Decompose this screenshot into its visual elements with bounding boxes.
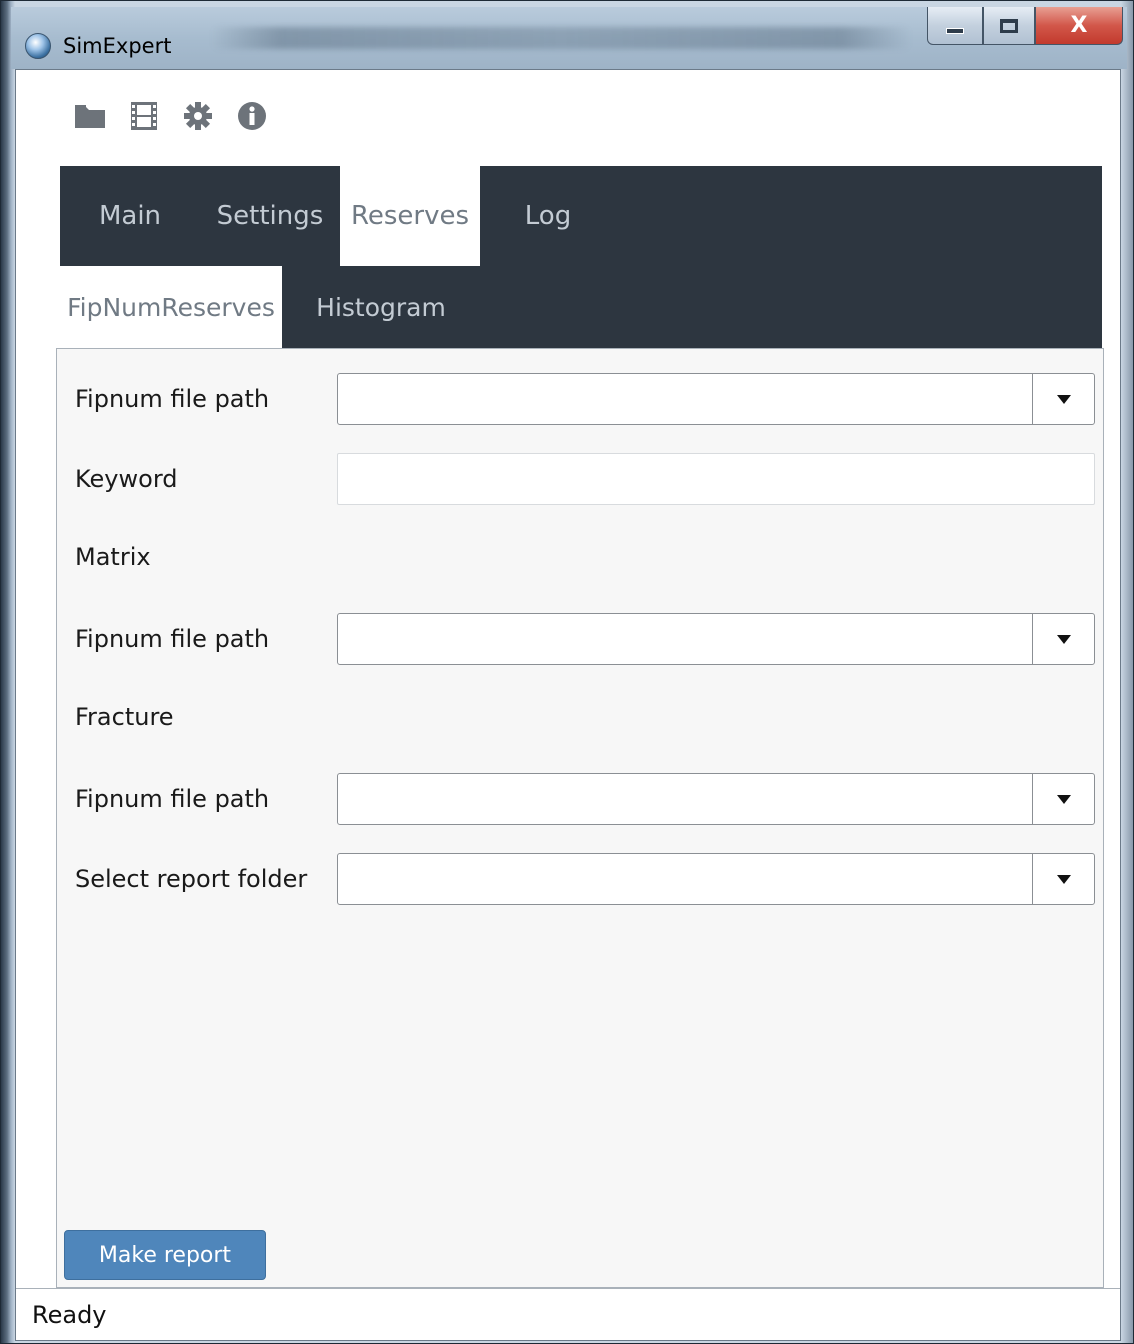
info-icon[interactable] xyxy=(236,100,268,132)
matrix-section-label: Matrix xyxy=(75,543,151,571)
app-window: SimExpert X Main Settings Reserves Log F… xyxy=(0,0,1134,1344)
report-folder-dropdown-button[interactable] xyxy=(1032,854,1094,904)
make-report-button[interactable]: Make report xyxy=(64,1230,266,1280)
client-area: Main Settings Reserves Log FipNumReserve… xyxy=(15,69,1121,1341)
status-text: Ready xyxy=(32,1300,107,1329)
close-icon: X xyxy=(1070,13,1088,38)
chevron-down-icon xyxy=(1056,874,1071,884)
chevron-down-icon xyxy=(1056,794,1071,804)
matrix-fipnum-row: Fipnum file path xyxy=(75,613,1095,665)
fracture-fipnum-combo[interactable] xyxy=(337,773,1095,825)
keyword-row: Keyword xyxy=(75,453,1095,505)
gear-icon[interactable] xyxy=(182,100,214,132)
keyword-label: Keyword xyxy=(75,465,178,493)
minimize-button[interactable] xyxy=(927,7,983,45)
tab-reserves[interactable]: Reserves xyxy=(340,166,480,266)
maximize-button[interactable] xyxy=(983,7,1035,45)
fracture-fipnum-row: Fipnum file path xyxy=(75,773,1095,825)
main-tab-bar: Main Settings Reserves Log FipNumReserve… xyxy=(60,166,1102,348)
tab-main[interactable]: Main xyxy=(80,166,180,266)
chevron-down-icon xyxy=(1056,394,1071,404)
report-folder-row: Select report folder xyxy=(75,853,1095,905)
fracture-fipnum-label: Fipnum file path xyxy=(75,785,270,813)
report-folder-combo[interactable] xyxy=(337,853,1095,905)
report-folder-label: Select report folder xyxy=(75,865,308,893)
status-bar: Ready xyxy=(16,1288,1120,1340)
close-button[interactable]: X xyxy=(1035,7,1123,45)
fipnum-path-dropdown-button[interactable] xyxy=(1032,374,1094,424)
folder-icon[interactable] xyxy=(74,100,106,132)
minimize-icon xyxy=(946,27,964,34)
tab-settings[interactable]: Settings xyxy=(210,166,330,266)
window-controls: X xyxy=(927,7,1123,45)
fracture-fipnum-dropdown-button[interactable] xyxy=(1032,774,1094,824)
chevron-down-icon xyxy=(1056,634,1071,644)
window-title: SimExpert xyxy=(63,34,172,58)
matrix-fipnum-combo[interactable] xyxy=(337,613,1095,665)
subtab-histogram[interactable]: Histogram xyxy=(306,266,456,348)
matrix-fipnum-dropdown-button[interactable] xyxy=(1032,614,1094,664)
matrix-fipnum-label: Fipnum file path xyxy=(75,625,270,653)
maximize-icon xyxy=(1000,18,1018,33)
tab-log[interactable]: Log xyxy=(508,166,588,266)
fracture-section-label: Fracture xyxy=(75,703,174,731)
keyword-input[interactable] xyxy=(337,453,1095,505)
title-bar-redacted-text xyxy=(211,27,911,49)
fipnum-path-combo[interactable] xyxy=(337,373,1095,425)
toolbar xyxy=(74,100,268,132)
subtab-fipnumreserves[interactable]: FipNumReserves xyxy=(60,266,282,348)
fipnum-path-row: Fipnum file path xyxy=(75,373,1095,425)
film-icon[interactable] xyxy=(128,100,160,132)
app-logo-icon xyxy=(25,33,51,59)
fipnum-path-label: Fipnum file path xyxy=(75,385,270,413)
fipnum-reserves-panel: Fipnum file path Keyword Matrix Fipnum f… xyxy=(56,348,1104,1288)
